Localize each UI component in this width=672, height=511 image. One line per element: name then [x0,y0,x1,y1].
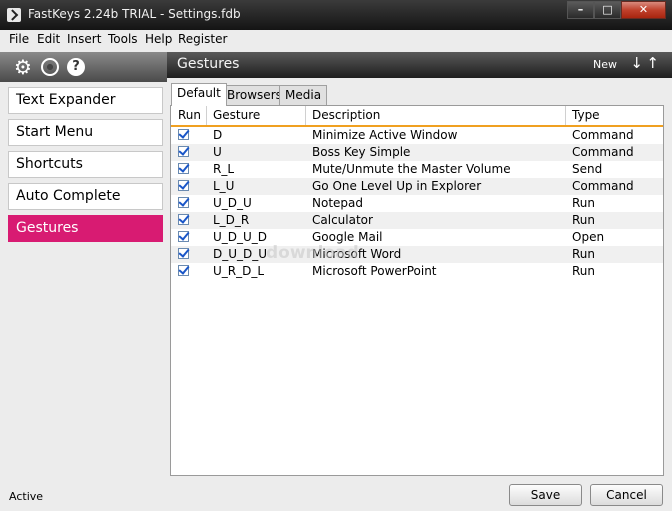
type-cell: Command [572,128,634,142]
tab-default[interactable]: Default [171,83,227,106]
run-checkbox[interactable] [178,248,189,259]
table-row[interactable]: U Boss Key Simple Command [171,144,663,161]
sidebar-item-auto-complete[interactable]: Auto Complete [8,183,163,210]
menu-file[interactable]: File [9,32,29,46]
title-bar: FastKeys 2.24b TRIAL - Settings.fdb – □ … [0,0,672,30]
globe-icon[interactable] [41,58,59,76]
table-header: Run Gesture Description Type [171,106,663,127]
type-cell: Send [572,162,603,176]
gear-icon[interactable]: ⚙ [14,57,32,77]
sidebar-toolbar: ⚙ ? [0,52,167,82]
column-description[interactable]: Description [312,108,380,122]
menu-edit[interactable]: Edit [37,32,60,46]
gesture-cell: D [213,128,223,142]
run-checkbox[interactable] [178,146,189,157]
gesture-cell: R_L [213,162,235,176]
menu-bar: File Edit Insert Tools Help Register [0,30,672,48]
close-icon: ✕ [638,3,649,16]
menu-help[interactable]: Help [145,32,172,46]
gesture-cell: D_U_D_U [213,247,268,261]
watermark: download [266,243,359,263]
description-cell: Mute/Unmute the Master Volume [312,162,511,176]
table-row[interactable]: U_R_D_L Microsoft PowerPoint Run [171,263,663,280]
main-area: ⚙ ? Text Expander Start Menu Shortcuts A… [0,48,672,511]
table-row[interactable]: D_U_D_U Microsoft Word Run [171,246,663,263]
sidebar: ⚙ ? Text Expander Start Menu Shortcuts A… [0,48,167,485]
description-cell: Google Mail [312,230,383,244]
type-cell: Command [572,179,634,193]
description-cell: Calculator [312,213,373,227]
tab-media[interactable]: Media [279,85,328,105]
column-divider[interactable] [206,106,207,125]
cancel-button[interactable]: Cancel [590,484,663,506]
table-row[interactable]: R_L Mute/Unmute the Master Volume Send [171,161,663,178]
move-down-icon[interactable]: ↓ [630,54,643,72]
minimize-icon: – [577,3,584,16]
run-checkbox[interactable] [178,163,189,174]
run-checkbox[interactable] [178,129,189,140]
gesture-cell: L_U [213,179,235,193]
new-button[interactable]: New [593,58,617,71]
run-checkbox[interactable] [178,231,189,242]
run-checkbox[interactable] [178,214,189,225]
window-controls: – □ ✕ [567,1,666,20]
maximize-button[interactable]: □ [594,1,621,19]
help-icon[interactable]: ? [67,58,85,76]
type-cell: Run [572,247,596,261]
column-divider[interactable] [305,106,306,125]
gesture-cell: L_D_R [213,213,250,227]
type-cell: Command [572,145,634,159]
description-cell: Boss Key Simple [312,145,411,159]
gesture-cell: U [213,145,222,159]
menu-tools[interactable]: Tools [108,32,138,46]
table-row[interactable]: U_D_U_D Google Mail Open [171,229,663,246]
menu-insert[interactable]: Insert [67,32,101,46]
table-row[interactable]: U_D_U Notepad Run [171,195,663,212]
column-type[interactable]: Type [572,108,600,122]
maximize-icon: □ [602,3,613,16]
description-cell: Notepad [312,196,363,210]
sidebar-item-shortcuts[interactable]: Shortcuts [8,151,163,178]
move-up-icon[interactable]: ↑ [646,54,659,72]
description-cell: Go One Level Up in Explorer [312,179,482,193]
run-checkbox[interactable] [178,197,189,208]
run-checkbox[interactable] [178,265,189,276]
gesture-cell: U_R_D_L [213,264,265,278]
run-checkbox[interactable] [178,180,189,191]
column-gesture[interactable]: Gesture [213,108,260,122]
close-button[interactable]: ✕ [621,1,666,19]
sidebar-item-gestures[interactable]: Gestures [8,215,163,242]
gesture-cell: U_D_U_D [213,230,268,244]
status-text: Active [9,490,44,503]
gesture-cell: U_D_U [213,196,252,210]
panel-header: Gestures New ↓ ↑ [167,52,672,78]
column-run[interactable]: Run [178,108,201,122]
type-cell: Open [572,230,605,244]
table-row[interactable]: L_D_R Calculator Run [171,212,663,229]
save-button[interactable]: Save [509,484,582,506]
sidebar-item-text-expander[interactable]: Text Expander [8,87,163,114]
menu-register[interactable]: Register [178,32,227,46]
status-bar: Active Save Cancel [0,484,672,511]
column-divider[interactable] [565,106,566,125]
type-cell: Run [572,196,596,210]
panel-title: Gestures [177,56,240,72]
app-icon [7,8,21,22]
description-cell: Minimize Active Window [312,128,458,142]
gestures-panel: Gestures New ↓ ↑ Default Browsers Media … [167,48,672,485]
gestures-table: Run Gesture Description Type D Minimize … [170,105,664,476]
window-title: FastKeys 2.24b TRIAL - Settings.fdb [28,7,241,21]
type-cell: Run [572,264,596,278]
table-row[interactable]: D Minimize Active Window Command [171,127,663,144]
description-cell: Microsoft PowerPoint [312,264,437,278]
minimize-button[interactable]: – [567,1,594,19]
tab-browsers[interactable]: Browsers [221,85,288,105]
sidebar-item-start-menu[interactable]: Start Menu [8,119,163,146]
table-row[interactable]: L_U Go One Level Up in Explorer Command [171,178,663,195]
type-cell: Run [572,213,596,227]
